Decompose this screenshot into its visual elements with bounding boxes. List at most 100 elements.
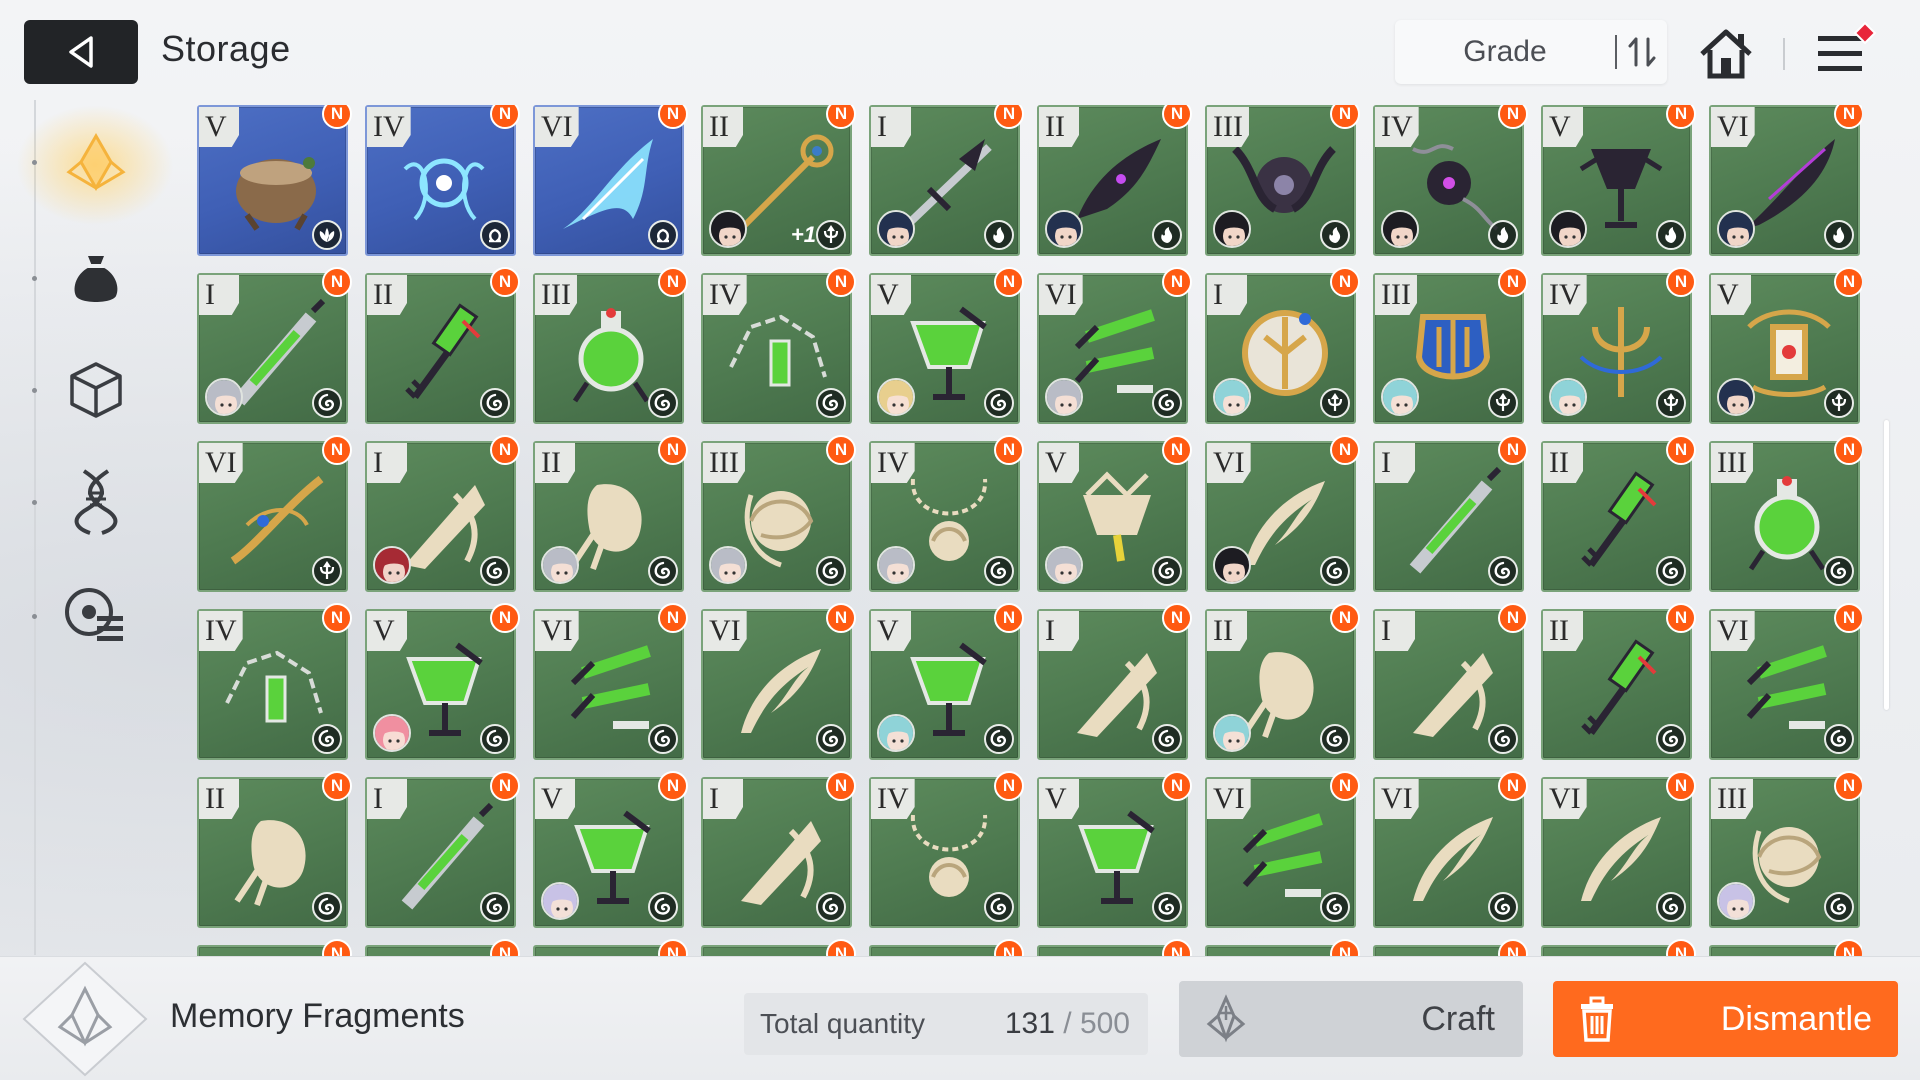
fragment-tile[interactable]: IN bbox=[701, 771, 856, 928]
fragment-tile[interactable]: IV N bbox=[869, 771, 1024, 928]
craft-button[interactable]: Craft bbox=[1179, 981, 1523, 1057]
type-badge bbox=[816, 388, 846, 418]
fragment-tile[interactable]: IN bbox=[197, 267, 352, 424]
back-arrow-icon bbox=[69, 36, 93, 68]
grade-tag: V bbox=[199, 107, 239, 147]
fragment-tile[interactable]: VN bbox=[869, 603, 1024, 760]
fragment-tile[interactable]: IN bbox=[365, 435, 520, 592]
fragment-tile[interactable]: II N bbox=[1037, 105, 1192, 256]
swirl-icon bbox=[1326, 897, 1342, 915]
swirl-icon bbox=[822, 729, 838, 747]
fragment-tile[interactable]: IV N bbox=[365, 105, 520, 256]
fragment-tile[interactable]: VI N bbox=[1709, 105, 1862, 256]
fragment-tile[interactable]: VN bbox=[1037, 435, 1192, 592]
fragment-tile[interactable]: II N bbox=[533, 435, 688, 592]
fragment-tile[interactable]: VI N bbox=[1709, 603, 1862, 760]
sidebar-item-cube[interactable] bbox=[56, 350, 136, 430]
sidebar-item-memory-fragments[interactable] bbox=[56, 122, 136, 202]
cube-icon bbox=[70, 362, 122, 418]
grade-tag: IV bbox=[367, 107, 411, 147]
fragment-tile[interactable]: VN bbox=[533, 771, 688, 928]
grid-scrollbar[interactable] bbox=[1884, 420, 1889, 710]
fragment-tile[interactable]: VN bbox=[365, 603, 520, 760]
fragment-tile[interactable]: III N bbox=[1373, 267, 1528, 424]
fragment-tile[interactable]: VI N bbox=[197, 435, 352, 592]
fragment-tile[interactable]: III N bbox=[701, 435, 856, 592]
type-badge bbox=[1824, 892, 1854, 922]
fragment-tile[interactable]: IV N bbox=[1541, 267, 1696, 424]
fragment-tile[interactable]: VI N bbox=[1373, 771, 1528, 928]
fragment-tile[interactable]: VI N bbox=[1205, 771, 1360, 928]
fragment-tile[interactable]: IN bbox=[1037, 603, 1192, 760]
swirl-icon bbox=[486, 729, 502, 747]
avatar-portrait-icon bbox=[543, 884, 577, 918]
fragment-tile[interactable]: VN bbox=[197, 105, 352, 256]
grade-tag: IV bbox=[703, 275, 747, 315]
avatar-portrait-icon bbox=[879, 716, 913, 750]
fragment-tile[interactable]: II N bbox=[1541, 435, 1696, 592]
fragment-tile[interactable]: III N bbox=[1709, 435, 1862, 592]
menu-button[interactable] bbox=[1812, 21, 1877, 82]
sort-dropdown[interactable]: Grade bbox=[1395, 20, 1667, 84]
home-button[interactable] bbox=[1696, 24, 1756, 84]
grade-tag: VI bbox=[1543, 779, 1587, 819]
fragment-tile[interactable]: IV N bbox=[869, 435, 1024, 592]
sort-order-toggle[interactable] bbox=[1617, 35, 1667, 69]
sidebar-item-pouch[interactable] bbox=[56, 238, 136, 318]
fragment-tile[interactable]: III N bbox=[1205, 105, 1360, 256]
fragment-tile[interactable]: VN bbox=[869, 267, 1024, 424]
fragment-tile[interactable]: VI N bbox=[533, 105, 688, 256]
new-badge: N bbox=[994, 435, 1024, 465]
grade-tag: VI bbox=[535, 107, 579, 147]
swirl-icon bbox=[1494, 561, 1510, 579]
fragment-tile[interactable]: II N bbox=[197, 771, 352, 928]
new-badge: N bbox=[994, 771, 1024, 801]
flame-icon bbox=[1833, 227, 1845, 243]
fragment-tile[interactable]: II N bbox=[1541, 603, 1696, 760]
fragment-tile[interactable]: VN bbox=[1037, 771, 1192, 928]
sidebar-item-disc[interactable] bbox=[56, 574, 136, 654]
fragment-tile[interactable]: II N bbox=[365, 267, 520, 424]
memory-fragment-icon bbox=[66, 132, 126, 192]
fragment-tile[interactable]: IV N bbox=[701, 267, 856, 424]
new-badge: N bbox=[1666, 939, 1696, 957]
fragment-tile[interactable]: VN bbox=[1709, 267, 1862, 424]
grade-tag: I bbox=[1375, 611, 1415, 651]
new-badge: N bbox=[994, 267, 1024, 297]
fragment-tile[interactable]: IV N bbox=[197, 603, 352, 760]
fragment-tile[interactable]: II N bbox=[1205, 603, 1360, 760]
fragment-tile[interactable]: IN bbox=[869, 105, 1024, 256]
back-button[interactable] bbox=[24, 20, 138, 84]
grade-tag: V bbox=[1039, 779, 1079, 819]
fragment-tile[interactable]: VN bbox=[1541, 105, 1696, 256]
new-badge: N bbox=[1498, 435, 1528, 465]
fragment-tile[interactable]: IN bbox=[1373, 435, 1528, 592]
fragment-tile[interactable]: III N bbox=[533, 267, 688, 424]
fragment-tile[interactable]: VI N bbox=[1037, 267, 1192, 424]
memory-fragments-category[interactable] bbox=[18, 957, 152, 1080]
fragment-tile[interactable]: VI N bbox=[1541, 771, 1696, 928]
type-badge bbox=[1152, 724, 1182, 754]
fragment-tile[interactable]: IN bbox=[365, 771, 520, 928]
fragment-tile[interactable]: III N bbox=[1709, 771, 1862, 928]
fragment-tile[interactable]: IV N bbox=[1373, 105, 1528, 256]
character-avatar bbox=[1213, 210, 1251, 248]
sidebar-item-dna[interactable] bbox=[56, 462, 136, 542]
new-badge: N bbox=[1162, 105, 1192, 129]
new-badge: N bbox=[1330, 939, 1360, 957]
new-badge: N bbox=[1666, 435, 1696, 465]
fragment-tile[interactable]: IN bbox=[1205, 267, 1360, 424]
dismantle-button[interactable]: Dismantle bbox=[1553, 981, 1898, 1057]
fragment-tile[interactable]: II N +1 bbox=[701, 105, 856, 256]
character-avatar bbox=[877, 714, 915, 752]
fragment-tile[interactable]: VI N bbox=[701, 603, 856, 760]
grade-tag: III bbox=[1207, 107, 1249, 147]
fragment-tile[interactable]: IN bbox=[1373, 603, 1528, 760]
grade-tag: III bbox=[1375, 275, 1417, 315]
type-badge bbox=[1320, 556, 1350, 586]
new-badge: N bbox=[490, 603, 520, 633]
fragment-tile[interactable]: VI N bbox=[1205, 435, 1360, 592]
grade-tag: I bbox=[703, 779, 743, 819]
new-badge: N bbox=[994, 939, 1024, 957]
fragment-tile[interactable]: VI N bbox=[533, 603, 688, 760]
